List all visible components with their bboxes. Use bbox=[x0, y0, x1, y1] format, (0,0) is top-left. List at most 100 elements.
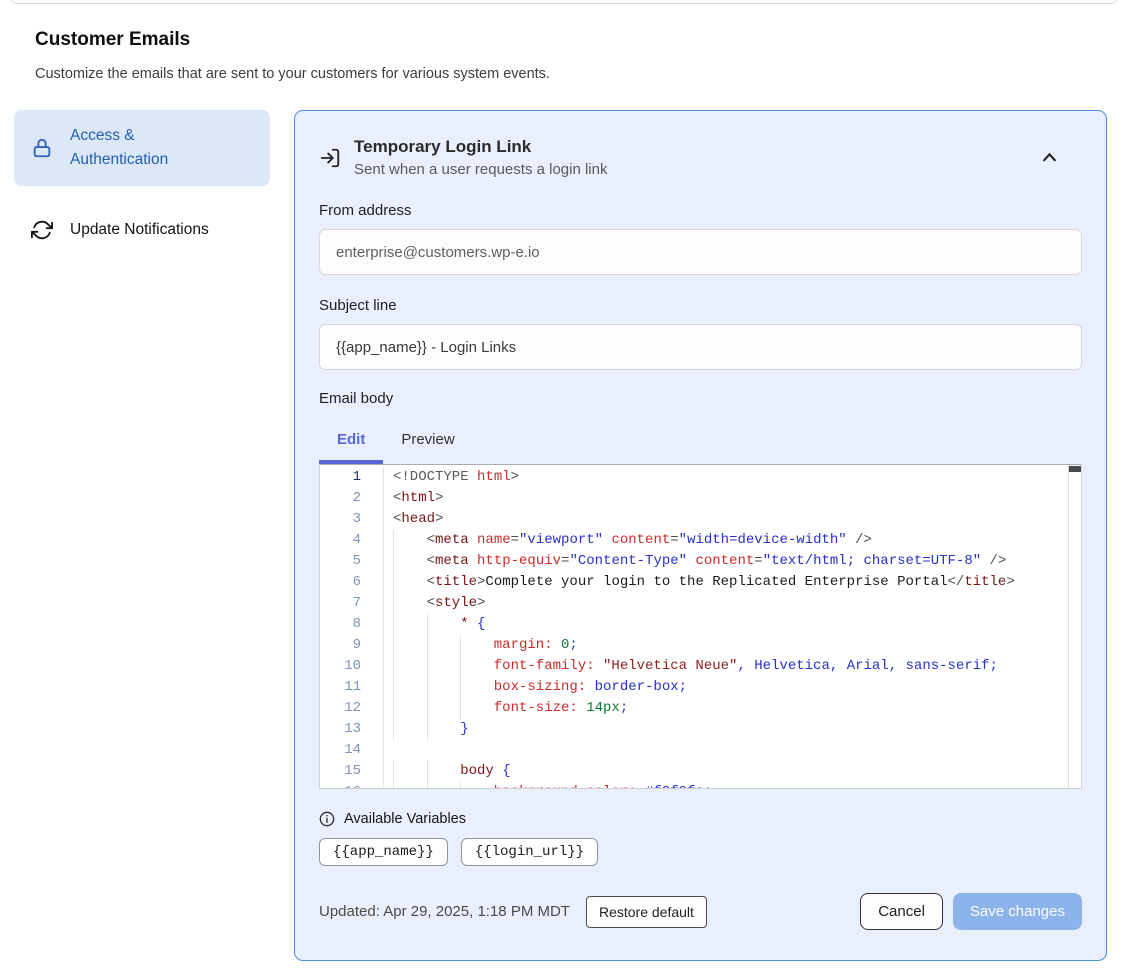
sidebar-item-update-notifications[interactable]: Update Notifications bbox=[14, 204, 270, 256]
code-line-content: background-color: #f8f9fa; bbox=[384, 782, 712, 789]
line-number: 3 bbox=[320, 509, 370, 530]
line-number: 8 bbox=[320, 614, 370, 635]
collapse-button[interactable] bbox=[1041, 149, 1058, 169]
fold-gutter bbox=[370, 551, 384, 572]
fold-gutter bbox=[370, 635, 384, 656]
tab-preview[interactable]: Preview bbox=[383, 421, 472, 464]
previous-card-edge bbox=[10, 0, 1118, 4]
indent-guide bbox=[460, 635, 494, 656]
panel-title: Temporary Login Link bbox=[354, 137, 607, 157]
available-variables-label: Available Variables bbox=[344, 811, 466, 827]
indent-guide bbox=[427, 719, 461, 740]
panel-subtitle: Sent when a user requests a login link bbox=[354, 161, 607, 178]
indent-guide bbox=[393, 572, 427, 593]
indent-guide bbox=[427, 677, 461, 698]
code-line-content: } bbox=[384, 719, 469, 740]
code-line-content: <html> bbox=[384, 488, 443, 509]
email-types-sidebar: Access & Authentication Update Notificat… bbox=[14, 110, 270, 256]
indent-guide bbox=[460, 656, 494, 677]
panel-footer: Updated: Apr 29, 2025, 1:18 PM MDT Resto… bbox=[319, 893, 1082, 930]
code-line-content: <!DOCTYPE html> bbox=[384, 467, 519, 488]
fold-gutter bbox=[370, 677, 384, 698]
editor-vertical-scrollbar[interactable] bbox=[1068, 465, 1081, 788]
footer-actions: Cancel Save changes bbox=[860, 893, 1082, 930]
indent-guide bbox=[393, 698, 427, 719]
restore-default-button[interactable]: Restore default bbox=[586, 896, 707, 928]
from-address-label: From address bbox=[319, 202, 1082, 219]
code-line: 2 <html> bbox=[320, 488, 1081, 509]
indent-guide bbox=[393, 719, 427, 740]
sidebar-item-label: Access & Authentication bbox=[70, 124, 195, 172]
fold-gutter bbox=[370, 719, 384, 740]
scrollbar-thumb[interactable] bbox=[1069, 466, 1081, 472]
from-address-input[interactable] bbox=[319, 229, 1082, 275]
email-body-tabs: Edit Preview bbox=[319, 421, 1082, 464]
page-title: Customer Emails bbox=[35, 29, 190, 51]
variable-chip-login-url[interactable]: {{login_url}} bbox=[461, 838, 598, 866]
line-number: 5 bbox=[320, 551, 370, 572]
subject-line-label: Subject line bbox=[319, 297, 1082, 314]
fold-gutter bbox=[370, 761, 384, 782]
line-number: 15 bbox=[320, 761, 370, 782]
available-variables-row: Available Variables bbox=[319, 811, 1082, 827]
fold-gutter bbox=[370, 593, 384, 614]
code-line-content: box-sizing: border-box; bbox=[384, 677, 687, 698]
code-line: 8 * { bbox=[320, 614, 1081, 635]
line-number: 16 bbox=[320, 782, 370, 789]
updated-timestamp: Updated: Apr 29, 2025, 1:18 PM MDT bbox=[319, 903, 570, 920]
indent-guide bbox=[393, 551, 427, 572]
fold-gutter bbox=[370, 698, 384, 719]
line-number: 14 bbox=[320, 740, 370, 761]
indent-guide bbox=[427, 761, 461, 782]
line-number: 12 bbox=[320, 698, 370, 719]
indent-guide bbox=[427, 614, 461, 635]
indent-guide bbox=[427, 635, 461, 656]
fold-gutter bbox=[370, 509, 384, 530]
fold-gutter bbox=[370, 488, 384, 509]
save-changes-button[interactable]: Save changes bbox=[953, 893, 1082, 930]
indent-guide bbox=[460, 677, 494, 698]
code-line-content: <meta http-equiv="Content-Type" content=… bbox=[384, 551, 1006, 572]
indent-guide bbox=[427, 698, 461, 719]
line-number: 9 bbox=[320, 635, 370, 656]
code-editor-lines: 1<!DOCTYPE html>2<html>3<head>4<meta nam… bbox=[320, 465, 1081, 789]
indent-guide bbox=[460, 698, 494, 719]
fold-gutter bbox=[370, 572, 384, 593]
line-number: 7 bbox=[320, 593, 370, 614]
indent-guide bbox=[393, 782, 427, 789]
line-number: 13 bbox=[320, 719, 370, 740]
code-line: 15body { bbox=[320, 761, 1081, 782]
fold-gutter bbox=[370, 656, 384, 677]
indent-guide bbox=[393, 761, 427, 782]
indent-guide bbox=[393, 677, 427, 698]
code-line-content: * { bbox=[384, 614, 485, 635]
fold-gutter bbox=[370, 740, 384, 761]
tab-edit[interactable]: Edit bbox=[319, 421, 383, 464]
indent-guide bbox=[393, 656, 427, 677]
fold-gutter bbox=[370, 614, 384, 635]
line-number: 4 bbox=[320, 530, 370, 551]
indent-guide bbox=[393, 635, 427, 656]
line-number: 11 bbox=[320, 677, 370, 698]
code-line: 4<meta name="viewport" content="width=de… bbox=[320, 530, 1081, 551]
line-number: 2 bbox=[320, 488, 370, 509]
panel-header-text: Temporary Login Link Sent when a user re… bbox=[354, 137, 607, 178]
variable-chip-app-name[interactable]: {{app_name}} bbox=[319, 838, 448, 866]
indent-guide bbox=[427, 656, 461, 677]
cancel-button[interactable]: Cancel bbox=[860, 893, 943, 930]
code-line: 14 bbox=[320, 740, 1081, 761]
code-editor[interactable]: 1<!DOCTYPE html>2<html>3<head>4<meta nam… bbox=[319, 464, 1082, 789]
code-line: 9margin: 0; bbox=[320, 635, 1081, 656]
sidebar-item-access-authentication[interactable]: Access & Authentication bbox=[14, 110, 270, 186]
indent-guide bbox=[393, 614, 427, 635]
panel-header: Temporary Login Link Sent when a user re… bbox=[319, 137, 1082, 178]
page-description: Customize the emails that are sent to yo… bbox=[35, 66, 550, 82]
code-line: 6<title>Complete your login to the Repli… bbox=[320, 572, 1081, 593]
temporary-login-link-panel: Temporary Login Link Sent when a user re… bbox=[294, 110, 1107, 961]
code-line: 10font-family: "Helvetica Neue", Helveti… bbox=[320, 656, 1081, 677]
chevron-up-icon bbox=[1041, 154, 1058, 169]
code-line: 7<style> bbox=[320, 593, 1081, 614]
subject-line-input[interactable] bbox=[319, 324, 1082, 370]
code-line-content bbox=[384, 740, 393, 761]
line-number: 10 bbox=[320, 656, 370, 677]
